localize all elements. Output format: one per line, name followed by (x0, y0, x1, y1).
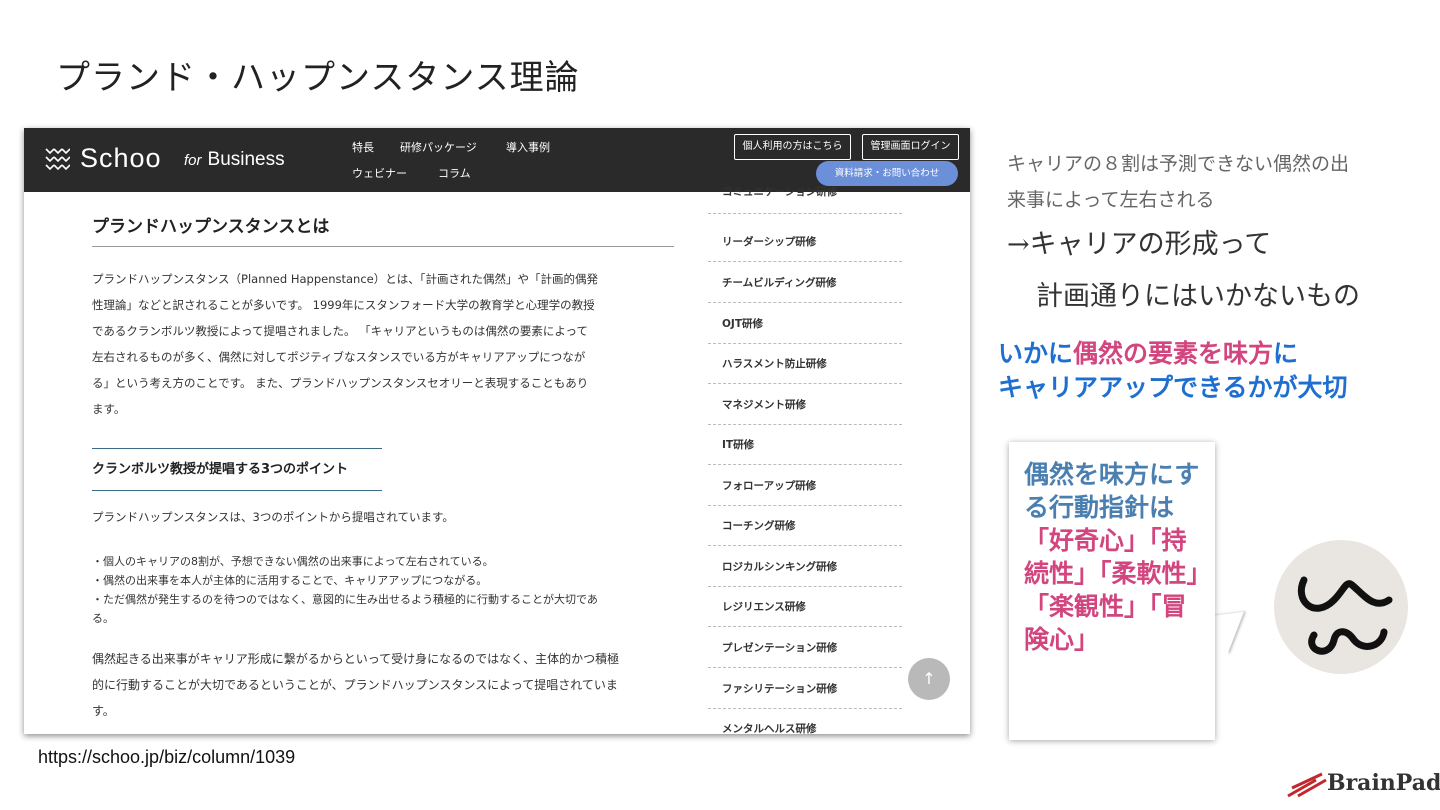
sidebar-item-mentalhealth[interactable]: メンタルヘルス研修 (708, 709, 902, 734)
sidebar-item-coaching[interactable]: コーチング研修 (708, 506, 902, 546)
sidebar-item-it[interactable]: IT研修 (708, 425, 902, 465)
subheading-top-rule (92, 448, 382, 449)
para1-line: る」という考え方のことです。 また、プランドハップンスタンスセオリーと表現するこ… (92, 376, 589, 390)
key1-part-c: に (1273, 339, 1299, 368)
sidebar-item-facilitation[interactable]: ファシリテーション研修 (708, 669, 902, 709)
note-line-3: →キャリアの形成って (1007, 229, 1272, 260)
key1-part-b: 偶然の要素を味方 (1073, 339, 1274, 368)
arrow-up-icon: ↑ (922, 669, 936, 688)
note-line-1: キャリアの８割は予測できない偶然の出 (1007, 153, 1350, 175)
callout-text: 偶然を味方にする行動指針は「好奇心」「持続性」「柔軟性」「楽観性」「冒険心」 (1024, 458, 1204, 656)
avatar-drawing (1297, 576, 1393, 655)
note-line-4: 計画通りにはいかないもの (1036, 281, 1360, 312)
para1-line: 性理論」などと訳されることが多いです。 1999年にスタンフォード大学の教育学と… (92, 298, 595, 312)
nav-webinar[interactable]: ウェビナー (352, 165, 407, 181)
sidebar-item-harassment[interactable]: ハラスメント防止研修 (708, 344, 902, 384)
brand-name: BrainPad (1327, 770, 1440, 796)
logo-business: Business (207, 149, 285, 170)
para1-line: であるクランボルツ教授によって提唱されました。 「キャリアというものは偶然の要素… (92, 324, 588, 338)
article-subheading: クランボルツ教授が提唱する3つのポイント (92, 462, 349, 477)
scroll-to-top-button[interactable]: ↑ (908, 658, 950, 700)
slide-title: プランド・ハップンスタンス理論 (56, 58, 580, 98)
key-message-line-2: キャリアアップできるかが大切 (998, 373, 1348, 402)
source-url[interactable]: https://schoo.jp/biz/column/1039 (38, 747, 295, 768)
bullet-item: ・偶然の出来事を本人が主体的に活用することで、キャリアアップにつながる。 (92, 574, 488, 587)
para3-line: 偶然起きる出来事がキャリア形成に繋がるからといって受け身になるのではなく、主体的… (92, 652, 620, 666)
note-line-2: 来事によって左右される (1007, 189, 1215, 211)
para1-line: 左右されるものが多く、偶然に対してポジティブなスタンスでいる方がキャリアアップに… (92, 350, 586, 364)
nav-cases[interactable]: 導入事例 (506, 139, 550, 155)
website-screenshot: Schoo for Business 特長 研修パッケージ 導入事例 ウェビナー … (24, 128, 970, 734)
sidebar-item-logical[interactable]: ロジカルシンキング研修 (708, 547, 902, 587)
sidebar-item-teambuilding[interactable]: チームビルディング研修 (708, 263, 902, 303)
para3-line: 的に行動することが大切であるということが、プランドハップンスタンスによって提唱さ… (92, 678, 618, 692)
para3-line: す。 (92, 704, 115, 718)
nav-features[interactable]: 特長 (352, 139, 374, 155)
sidebar-item-resilience[interactable]: レジリエンス研修 (708, 587, 902, 627)
sidebar-item-management[interactable]: マネジメント研修 (708, 385, 902, 425)
callout-values: 「好奇心」「持続性」「柔軟性」「楽観性」「冒険心」 (1024, 526, 1200, 654)
personal-use-button[interactable]: 個人利用の方はこちら (734, 134, 851, 160)
article-paragraph-3: 偶然起きる出来事がキャリア形成に繋がるからといって受け身になるのではなく、主体的… (92, 646, 619, 724)
sidebar-item-followup[interactable]: フォローアップ研修 (708, 466, 902, 506)
logo-text[interactable]: Schoo (80, 143, 162, 174)
nav-packages[interactable]: 研修パッケージ (400, 139, 477, 155)
logo-subtitle: for Business (184, 149, 285, 171)
key1-part-a: いかに (998, 339, 1074, 368)
heading-divider (92, 246, 674, 247)
key-message-line-1: いかに偶然の要素を味方に (998, 336, 1298, 371)
sidebar-item-presentation[interactable]: プレゼンテーション研修 (708, 628, 902, 668)
avatar (1274, 540, 1408, 674)
para1-line: ます。 (92, 402, 126, 416)
nav-column[interactable]: コラム (438, 165, 471, 181)
sidebar-item-communication[interactable]: コミュニケーション研修 (708, 182, 902, 214)
schoo-logo-icon (45, 148, 70, 171)
sidebar-item-leadership[interactable]: リーダーシップ研修 (708, 222, 902, 262)
bullet-list: ・個人のキャリアの8割が、予想できない偶然の出来事によって左右されている。 ・偶… (92, 552, 598, 628)
article-paragraph-2: プランドハップンスタンスは、3つのポイントから提唱されています。 (92, 510, 454, 524)
logo-for: for (184, 152, 202, 169)
bullet-item: る。 (92, 612, 114, 625)
article-paragraph-1: プランドハップンスタンス（Planned Happenstance）とは、「計画… (92, 266, 598, 422)
para1-line: プランドハップンスタンス（Planned Happenstance）とは、「計画… (92, 272, 598, 286)
subheading-bottom-rule (92, 490, 382, 491)
bullet-item: ・ただ偶然が発生するのを待つのではなく、意図的に生み出せるよう積極的に行動するこ… (92, 593, 598, 606)
admin-login-button[interactable]: 管理画面ログイン (862, 134, 959, 160)
article-heading: プランドハップンスタンスとは (92, 217, 330, 237)
callout-lead: 偶然を味方にする行動指針は (1024, 460, 1200, 522)
sidebar-item-ojt[interactable]: OJT研修 (708, 304, 902, 344)
bullet-item: ・個人のキャリアの8割が、予想できない偶然の出来事によって左右されている。 (92, 555, 494, 568)
